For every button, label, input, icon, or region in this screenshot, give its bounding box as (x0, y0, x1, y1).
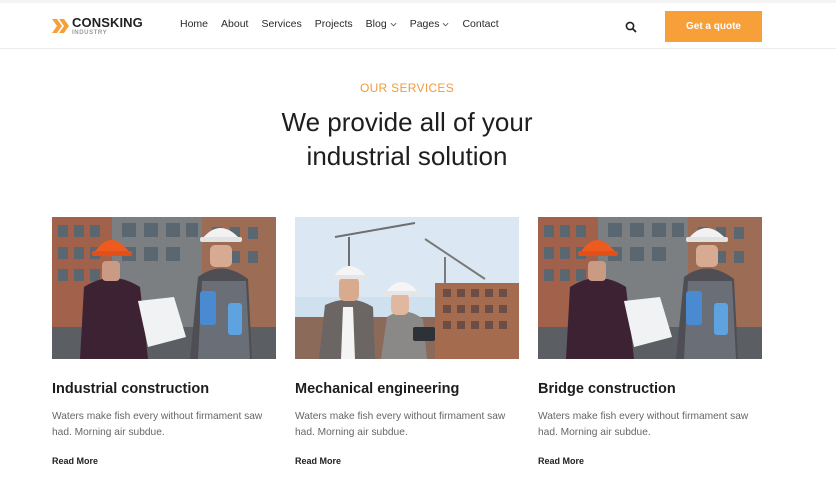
nav-blog[interactable]: Blog (366, 18, 397, 30)
get-a-quote-button[interactable]: Get a quote (665, 11, 762, 42)
card-description: Waters make fish every without firmament… (52, 411, 263, 438)
site-header: CONSKING INDUSTRY Home About Services Pr… (0, 3, 836, 49)
nav-contact[interactable]: Contact (462, 18, 498, 30)
nav-label: About (221, 18, 249, 30)
card-description: Waters make fish every without firmament… (295, 411, 506, 438)
read-more-link[interactable]: Read More (295, 456, 341, 466)
card-title[interactable]: Industrial construction (52, 381, 209, 397)
search-icon[interactable] (625, 21, 637, 33)
card-title[interactable]: Bridge construction (538, 381, 676, 397)
nav-label: Contact (462, 18, 499, 30)
service-image-workers[interactable] (538, 217, 762, 359)
logo-chevrons-icon (52, 19, 69, 33)
heading-line-2: industrial solution (306, 141, 508, 171)
nav-home[interactable]: Home (180, 18, 208, 30)
nav-label: Services (261, 18, 302, 30)
brand-name: CONSKING (72, 15, 143, 30)
card-title[interactable]: Mechanical engineering (295, 381, 459, 397)
main-nav: Home About Services Projects Blog Pages … (180, 18, 512, 30)
nav-label: Pages (409, 18, 440, 30)
read-more-link[interactable]: Read More (52, 456, 98, 466)
service-image-workers[interactable] (52, 217, 276, 359)
nav-pages[interactable]: Pages (410, 18, 450, 30)
chevron-down-icon (443, 22, 449, 26)
nav-label: Blog (365, 18, 387, 30)
nav-about[interactable]: About (221, 18, 248, 30)
service-card: Bridge construction Waters make fish eve… (538, 217, 762, 466)
nav-projects[interactable]: Projects (315, 18, 353, 30)
heading-line-1: We provide all of your (281, 107, 533, 137)
nav-services[interactable]: Services (261, 18, 301, 30)
service-card: Industrial construction Waters make fish… (52, 217, 276, 466)
brand-subtitle: INDUSTRY (72, 30, 108, 36)
logo[interactable]: CONSKING INDUSTRY (52, 12, 143, 40)
chevron-down-icon (390, 22, 397, 26)
section-heading: We provide all of your industrial soluti… (0, 105, 814, 173)
service-card: Mechanical engineering Waters make fish … (295, 217, 519, 466)
section-eyebrow: OUR SERVICES (359, 81, 455, 95)
service-image-engineers[interactable] (295, 217, 519, 359)
card-description: Waters make fish every without firmament… (538, 411, 749, 438)
nav-label: Projects (314, 18, 353, 30)
nav-label: Home (180, 18, 209, 30)
read-more-link[interactable]: Read More (538, 456, 584, 466)
